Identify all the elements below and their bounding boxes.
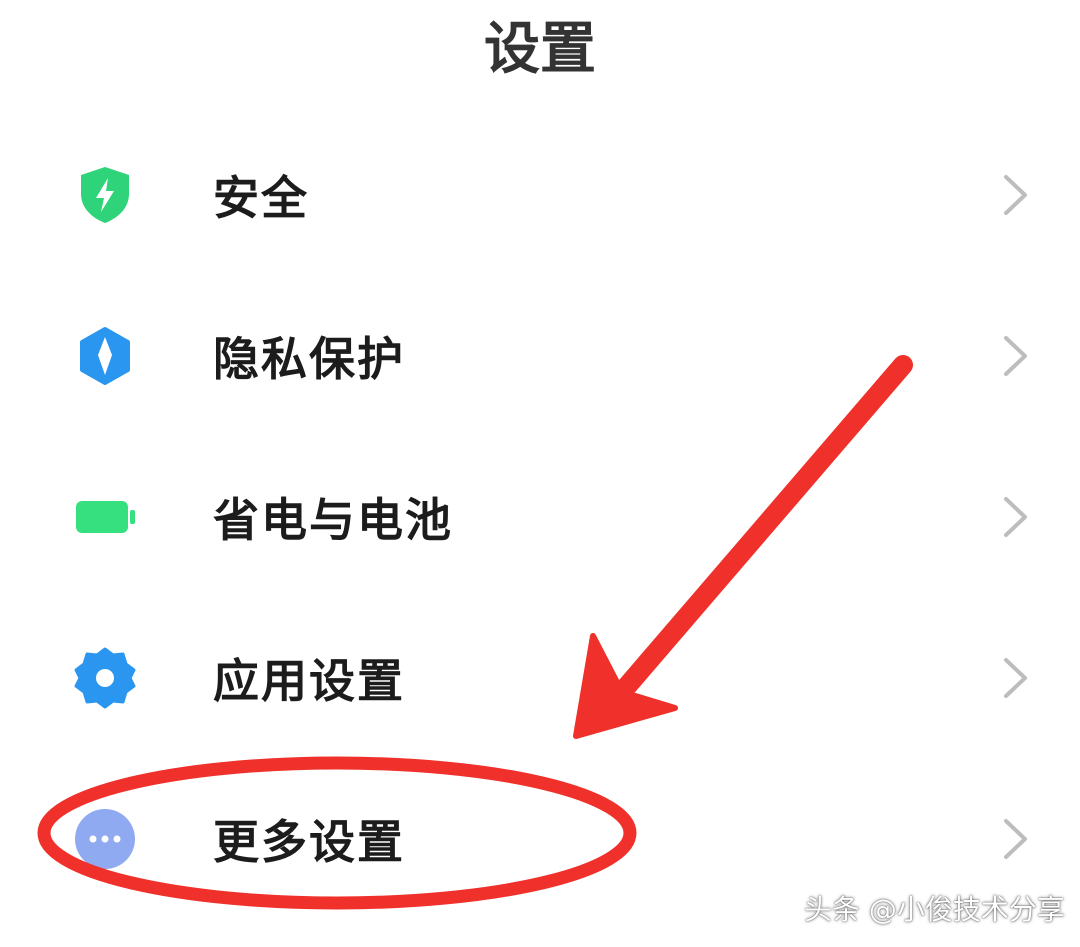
settings-item-label: 应用设置 — [213, 653, 405, 708]
settings-item-label: 隐私保护 — [213, 331, 405, 386]
battery-icon — [74, 486, 136, 548]
settings-item-battery[interactable]: 省电与电池 — [0, 436, 1080, 597]
chevron-right-icon — [998, 817, 1032, 861]
more-dots-icon — [74, 808, 136, 870]
settings-item-label: 更多设置 — [213, 814, 405, 869]
shield-bolt-icon — [74, 164, 136, 226]
chevron-right-icon — [998, 173, 1032, 217]
chevron-right-icon — [998, 495, 1032, 539]
settings-item-app-settings[interactable]: 应用设置 — [0, 597, 1080, 758]
settings-item-security[interactable]: 安全 — [0, 114, 1080, 275]
settings-item-privacy[interactable]: 隐私保护 — [0, 275, 1080, 436]
settings-item-label: 省电与电池 — [213, 492, 453, 547]
privacy-icon — [74, 325, 136, 387]
settings-list: 安全 隐私保护 省电与电池 应用设置 更多设置 — [0, 114, 1080, 919]
page-title: 设置 — [484, 17, 596, 82]
settings-item-label: 安全 — [213, 170, 309, 225]
chevron-right-icon — [998, 656, 1032, 700]
watermark: 头条 @小俊技术分享 — [804, 893, 1065, 926]
chevron-right-icon — [998, 334, 1032, 378]
gear-icon — [74, 647, 136, 709]
